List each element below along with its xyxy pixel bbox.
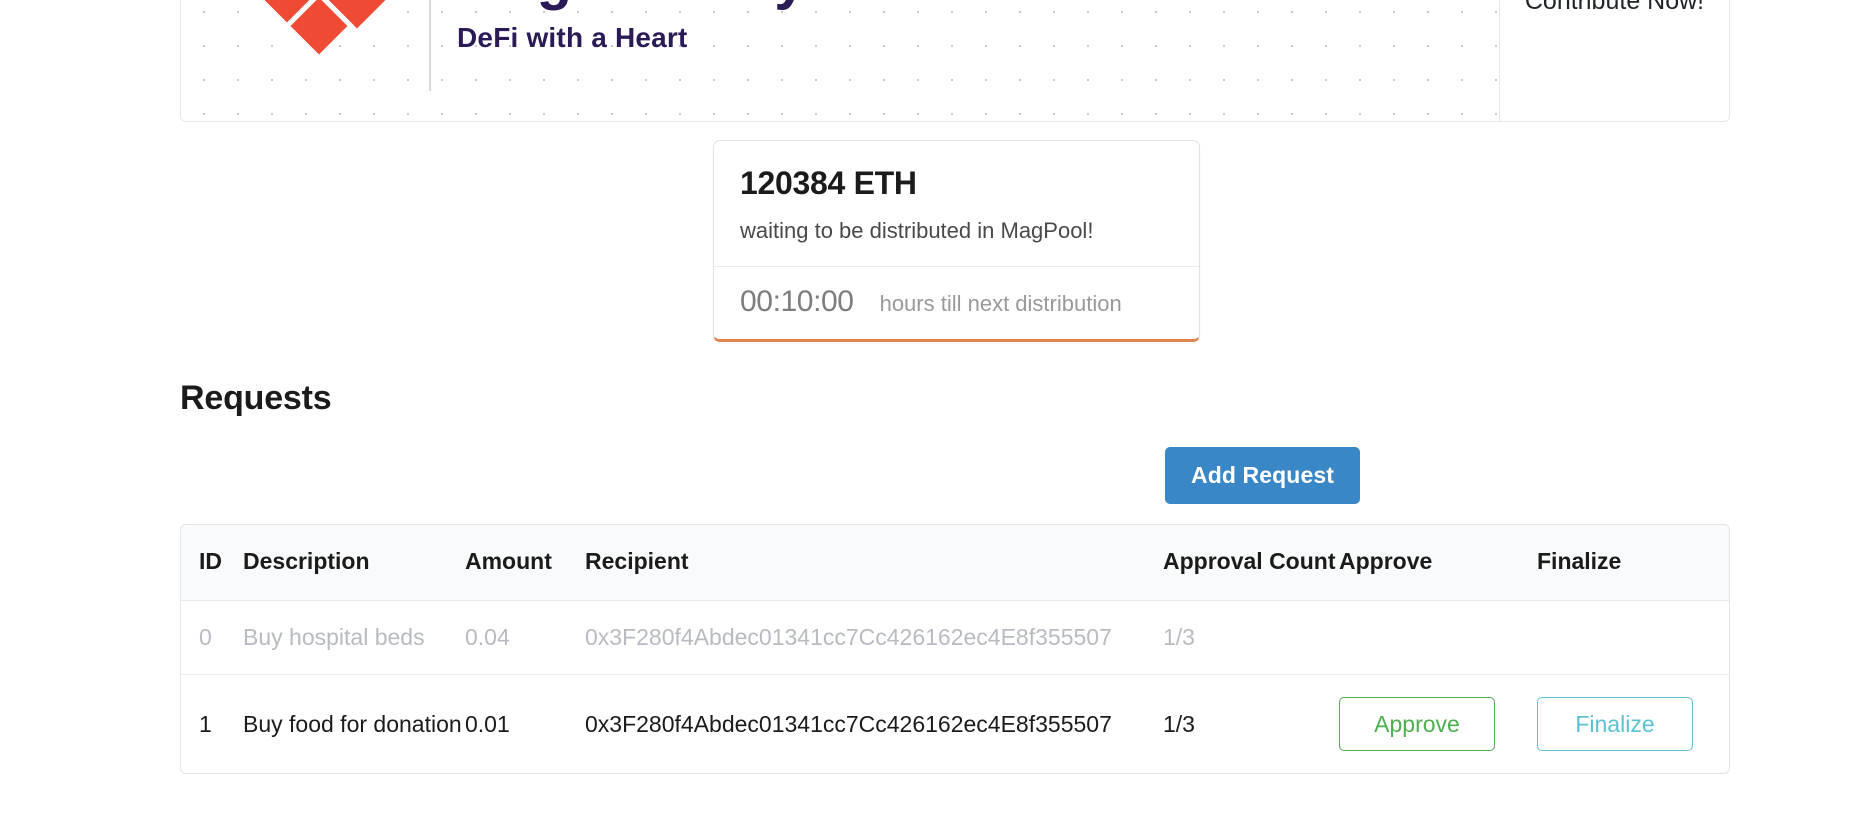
logo-divider	[429, 0, 431, 91]
table-row: 0 Buy hospital beds 0.04 0x3F280f4Abdec0…	[181, 600, 1729, 675]
contribute-now-link[interactable]: Contribute Now!	[1525, 0, 1704, 16]
cell-amount: 0.01	[465, 710, 510, 737]
finalize-button[interactable]: Finalize	[1537, 696, 1693, 752]
column-header-approve: Approve	[1339, 525, 1537, 601]
magpool-caption: waiting to be distributed in MagPool!	[740, 218, 1094, 243]
cell-approval-count: 1/3	[1163, 710, 1195, 737]
logo-wordmark: Magnanimity DeFi with a Heart	[457, 0, 807, 54]
brand-banner-left: Magnanimity DeFi with a Heart	[181, 0, 1499, 121]
cell-approve	[1339, 600, 1537, 675]
cell-finalize	[1537, 600, 1729, 675]
cell-approval-count: 1/3	[1163, 600, 1339, 675]
requests-table-body: 0 Buy hospital beds 0.04 0x3F280f4Abdec0…	[181, 600, 1729, 773]
column-header-approval-count: Approval Count	[1163, 525, 1339, 601]
requests-table: ID Description Amount Recipient Approval…	[181, 525, 1729, 773]
magpool-card-body: 120384 ETH waiting to be distributed in …	[714, 141, 1199, 266]
column-header-id: ID	[181, 525, 243, 601]
logo-title: Magnanimity	[457, 0, 807, 8]
column-header-description: Description	[243, 525, 465, 601]
cell-amount: 0.04	[465, 600, 585, 675]
table-row: 1 Buy food for donation 0.01 0x3F280f4Ab…	[181, 674, 1729, 773]
logo-subtitle: DeFi with a Heart	[457, 22, 688, 53]
column-header-recipient: Recipient	[585, 525, 1163, 601]
table-header-row: ID Description Amount Recipient Approval…	[181, 525, 1729, 601]
magnanimity-heart-logo-icon	[241, 0, 401, 80]
magpool-amount: 120384 ETH	[740, 165, 917, 201]
column-header-finalize: Finalize	[1537, 525, 1729, 601]
column-header-amount: Amount	[465, 525, 585, 601]
approve-button[interactable]: Approve	[1339, 696, 1495, 752]
cell-recipient: 0x3F280f4Abdec01341cc7Cc426162ec4E8f3555…	[585, 600, 1163, 675]
cell-id: 0	[181, 600, 243, 675]
cell-description: Buy hospital beds	[243, 600, 465, 675]
magpool-card-footer: 00:10:00 hours till next distribution	[714, 266, 1199, 339]
cell-description: Buy food for donation	[243, 710, 462, 737]
brand-banner: Magnanimity DeFi with a Heart Contribute…	[180, 0, 1730, 122]
cell-finalize: Finalize	[1537, 674, 1729, 773]
requests-table-container: ID Description Amount Recipient Approval…	[180, 524, 1730, 775]
cell-id: 1	[199, 710, 212, 737]
distribution-countdown-timer: 00:10:00	[740, 285, 854, 318]
magpool-summary-card: 120384 ETH waiting to be distributed in …	[713, 140, 1200, 342]
page-root: Magnanimity DeFi with a Heart Contribute…	[0, 0, 1866, 833]
distribution-countdown-label: hours till next distribution	[879, 291, 1122, 316]
add-request-button[interactable]: Add Request	[1165, 447, 1360, 504]
requests-table-head: ID Description Amount Recipient Approval…	[181, 525, 1729, 601]
page-title: Requests	[180, 379, 332, 417]
cell-recipient: 0x3F280f4Abdec01341cc7Cc426162ec4E8f3555…	[585, 710, 1112, 737]
cell-approve: Approve	[1339, 674, 1537, 773]
brand-banner-right: Contribute Now!	[1499, 0, 1729, 121]
